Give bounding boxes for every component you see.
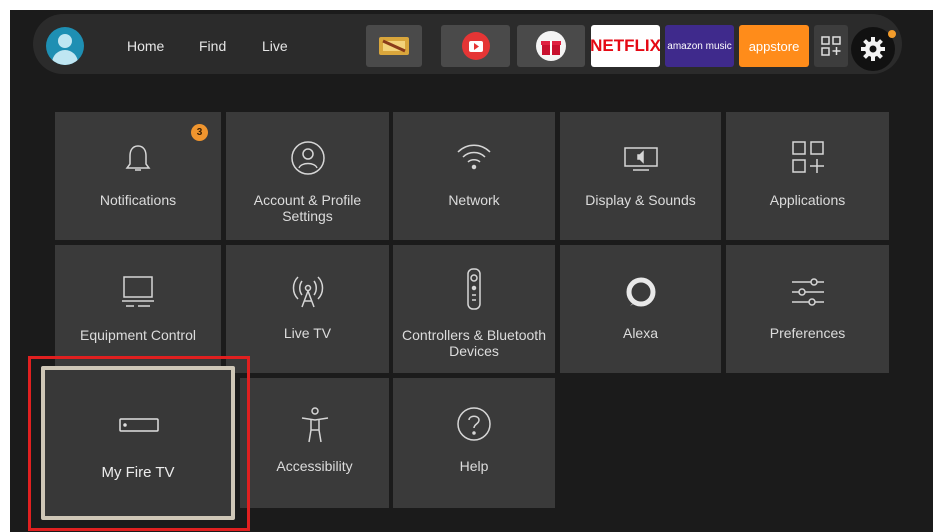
nav-home[interactable]: Home	[127, 36, 164, 56]
tile-preferences[interactable]: Preferences	[726, 245, 889, 373]
nav-find[interactable]: Find	[199, 36, 226, 56]
tile-label: Applications	[769, 192, 846, 208]
tile-label: Help	[459, 458, 489, 474]
tile-label: Preferences	[769, 325, 846, 341]
tile-label: My Fire TV	[101, 464, 175, 481]
bell-icon	[125, 145, 151, 171]
gear-icon	[861, 37, 885, 61]
tile-label: Equipment Control	[80, 327, 196, 343]
gift-box-icon	[536, 31, 566, 61]
all-apps-button[interactable]	[814, 25, 848, 67]
monitor-icon	[122, 276, 154, 307]
avatar-body-icon	[52, 50, 78, 65]
wifi-icon	[457, 144, 491, 170]
tile-notifications[interactable]: 3 Notifications	[55, 112, 221, 240]
amazon-music-app-tile[interactable]: amazon music	[665, 25, 734, 67]
tile-help[interactable]: Help	[393, 378, 555, 508]
antenna-icon	[292, 276, 323, 308]
tile-alexa[interactable]: Alexa	[560, 245, 721, 373]
netflix-app-tile[interactable]: NETFLIX	[591, 25, 660, 67]
fire-tv-stick-icon	[119, 418, 159, 432]
avatar-head-icon	[58, 34, 72, 48]
tile-label: Accessibility	[276, 458, 353, 474]
tile-label: Alexa	[622, 325, 659, 341]
question-circle-icon	[457, 407, 491, 441]
notification-count-badge: 3	[191, 124, 208, 141]
alexa-ring-icon	[626, 277, 655, 307]
nav-live[interactable]: Live	[262, 36, 288, 56]
appstore-app-tile[interactable]: appstore	[739, 25, 809, 67]
ticket-icon	[379, 37, 409, 55]
tile-label: Controllers & Bluetooth Devices	[402, 327, 546, 359]
tile-label: Notifications	[99, 192, 177, 208]
accessibility-person-icon	[301, 407, 328, 443]
gift-app-tile[interactable]	[517, 25, 585, 67]
tile-equipment-control[interactable]: Equipment Control	[55, 245, 221, 373]
tile-display-sounds[interactable]: Display & Sounds	[560, 112, 721, 240]
cinema-app-tile[interactable]	[366, 25, 422, 67]
apps-grid-icon	[791, 141, 824, 173]
profile-avatar[interactable]	[46, 27, 84, 65]
tile-applications[interactable]: Applications	[726, 112, 889, 240]
sliders-icon	[791, 278, 824, 306]
apps-plus-icon	[821, 36, 841, 56]
user-circle-icon	[290, 141, 325, 175]
tv-speaker-icon	[623, 147, 658, 171]
tile-my-fire-tv[interactable]: My Fire TV	[41, 366, 235, 520]
settings-notification-dot	[888, 30, 896, 38]
tile-label: Live TV	[283, 325, 332, 341]
tile-network[interactable]: Network	[393, 112, 555, 240]
tile-controllers-bluetooth[interactable]: Controllers & Bluetooth Devices	[393, 245, 555, 373]
tile-live-tv[interactable]: Live TV	[226, 245, 389, 373]
remote-icon	[467, 268, 481, 310]
tile-label: Account & Profile Settings	[253, 192, 362, 224]
tile-label: Display & Sounds	[585, 192, 696, 208]
tile-label: Network	[448, 192, 500, 208]
tile-account-profile-settings[interactable]: Account & Profile Settings	[226, 112, 389, 240]
tile-accessibility[interactable]: Accessibility	[240, 378, 389, 508]
play-tv-icon	[461, 32, 490, 60]
youtube-app-tile[interactable]	[441, 25, 510, 67]
